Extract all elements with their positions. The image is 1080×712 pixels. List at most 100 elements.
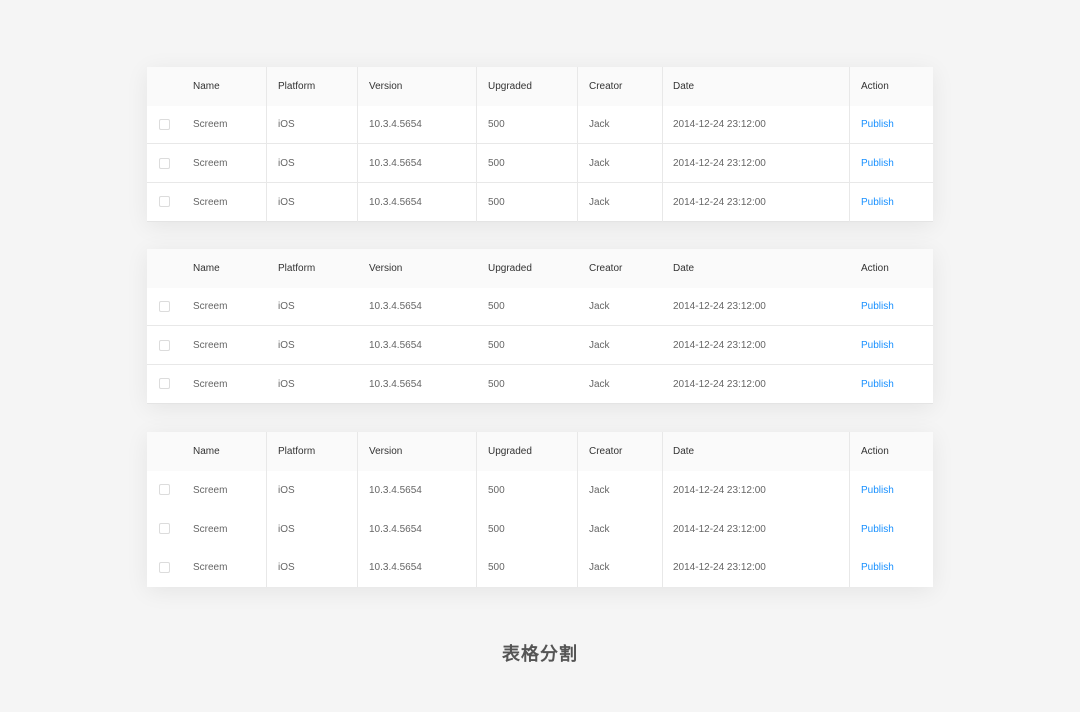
cell-version: 10.3.4.5654 (369, 301, 422, 312)
cell-creator: Jack (589, 196, 610, 208)
cell-upgraded: 500 (488, 484, 505, 496)
column-header-name[interactable]: Name (193, 432, 220, 471)
column-header-date[interactable]: Date (673, 432, 694, 471)
table-row[interactable]: Screem iOS 10.3.4.5654 500 Jack 2014-12-… (147, 288, 933, 326)
table-header-row: Name Platform Version Upgraded Creator D… (147, 249, 933, 288)
column-header-upgraded[interactable]: Upgraded (488, 249, 532, 288)
column-header-action: Action (861, 263, 889, 274)
column-header-name[interactable]: Name (193, 67, 220, 106)
column-divider (357, 432, 358, 587)
publish-link[interactable]: Publish (861, 145, 894, 182)
page-caption: 表格分割 (502, 644, 578, 665)
data-table-1: Name Platform Version Upgraded Creator D… (147, 67, 933, 222)
publish-link[interactable]: Publish (861, 471, 894, 509)
cell-platform: iOS (278, 484, 295, 496)
cell-date: 2014-12-24 23:12:00 (673, 484, 766, 496)
cell-version: 10.3.4.5654 (369, 158, 422, 169)
table-row[interactable]: Screem iOS 10.3.4.5654 500 Jack 2014-12-… (147, 471, 933, 509)
cell-platform: iOS (278, 119, 295, 130)
cell-platform: iOS (278, 301, 295, 312)
cell-platform: iOS (278, 158, 295, 169)
publish-link[interactable]: Publish (861, 106, 894, 143)
cell-name: Screem (193, 158, 228, 169)
cell-creator: Jack (589, 484, 610, 496)
table-row[interactable]: Screem iOS 10.3.4.5654 500 Jack 2014-12-… (147, 327, 933, 365)
table-row[interactable]: Screem iOS 10.3.4.5654 500 Jack 2014-12-… (147, 365, 933, 404)
cell-name: Screem (193, 378, 228, 390)
cell-date: 2014-12-24 23:12:00 (673, 301, 766, 312)
publish-link[interactable]: Publish (861, 288, 894, 325)
column-divider (577, 67, 578, 222)
cell-name: Screem (193, 196, 228, 208)
row-checkbox[interactable] (159, 378, 170, 389)
row-checkbox[interactable] (159, 196, 170, 207)
column-header-platform[interactable]: Platform (278, 432, 315, 471)
column-header-date[interactable]: Date (673, 67, 694, 106)
cell-version: 10.3.4.5654 (369, 119, 422, 130)
column-divider (849, 67, 850, 222)
column-divider (662, 67, 663, 222)
column-header-name[interactable]: Name (193, 249, 220, 288)
column-header-action: Action (861, 446, 889, 457)
cell-version: 10.3.4.5654 (369, 378, 422, 390)
publish-link[interactable]: Publish (861, 365, 894, 403)
row-checkbox[interactable] (159, 300, 170, 312)
cell-platform: iOS (278, 340, 295, 351)
table-row[interactable]: Screem iOS 10.3.4.5654 500 Jack 2014-12-… (147, 548, 933, 587)
row-checkbox[interactable] (159, 157, 170, 169)
column-header-platform[interactable]: Platform (278, 67, 315, 106)
row-checkbox[interactable] (159, 561, 170, 573)
cell-date: 2014-12-24 23:12:00 (673, 378, 766, 390)
table-row[interactable]: Screem iOS 10.3.4.5654 500 Jack 2014-12-… (147, 183, 933, 222)
publish-link[interactable]: Publish (861, 510, 894, 548)
publish-link[interactable]: Publish (861, 548, 894, 587)
column-header-version[interactable]: Version (369, 67, 402, 106)
table-row[interactable]: Screem iOS 10.3.4.5654 500 Jack 2014-12-… (147, 510, 933, 548)
publish-link[interactable]: Publish (861, 183, 894, 221)
column-header-creator[interactable]: Creator (589, 67, 622, 106)
column-divider (266, 67, 267, 222)
publish-link[interactable]: Publish (861, 327, 894, 364)
cell-date: 2014-12-24 23:12:00 (673, 119, 766, 130)
cell-upgraded: 500 (488, 301, 505, 312)
cell-upgraded: 500 (488, 196, 505, 208)
cell-creator: Jack (589, 562, 610, 573)
column-header-upgraded[interactable]: Upgraded (488, 67, 532, 106)
cell-date: 2014-12-24 23:12:00 (673, 340, 766, 351)
cell-date: 2014-12-24 23:12:00 (673, 196, 766, 208)
cell-creator: Jack (589, 301, 610, 312)
cell-creator: Jack (589, 523, 610, 535)
column-divider (357, 67, 358, 222)
cell-platform: iOS (278, 378, 295, 390)
row-checkbox[interactable] (159, 523, 170, 534)
column-header-platform[interactable]: Platform (278, 249, 315, 288)
column-divider (662, 432, 663, 587)
column-header-version[interactable]: Version (369, 432, 402, 471)
column-header-action: Action (861, 81, 889, 92)
cell-version: 10.3.4.5654 (369, 340, 422, 351)
table-row[interactable]: Screem iOS 10.3.4.5654 500 Jack 2014-12-… (147, 106, 933, 144)
data-table-3: Name Platform Version Upgraded Creator D… (147, 432, 933, 587)
cell-creator: Jack (589, 158, 610, 169)
column-divider (476, 67, 477, 222)
cell-date: 2014-12-24 23:12:00 (673, 523, 766, 535)
row-checkbox[interactable] (159, 118, 170, 130)
cell-upgraded: 500 (488, 378, 505, 390)
cell-name: Screem (193, 484, 228, 496)
column-header-upgraded[interactable]: Upgraded (488, 432, 532, 471)
row-checkbox[interactable] (159, 484, 170, 495)
table-row[interactable]: Screem iOS 10.3.4.5654 500 Jack 2014-12-… (147, 145, 933, 183)
column-divider (849, 432, 850, 587)
row-checkbox[interactable] (159, 339, 170, 351)
cell-creator: Jack (589, 340, 610, 351)
cell-name: Screem (193, 119, 228, 130)
cell-name: Screem (193, 562, 228, 573)
cell-version: 10.3.4.5654 (369, 562, 422, 573)
column-header-creator[interactable]: Creator (589, 249, 622, 288)
column-header-date[interactable]: Date (673, 249, 694, 288)
column-header-version[interactable]: Version (369, 249, 402, 288)
cell-platform: iOS (278, 196, 295, 208)
cell-name: Screem (193, 523, 228, 535)
cell-upgraded: 500 (488, 119, 505, 130)
column-header-creator[interactable]: Creator (589, 432, 622, 471)
